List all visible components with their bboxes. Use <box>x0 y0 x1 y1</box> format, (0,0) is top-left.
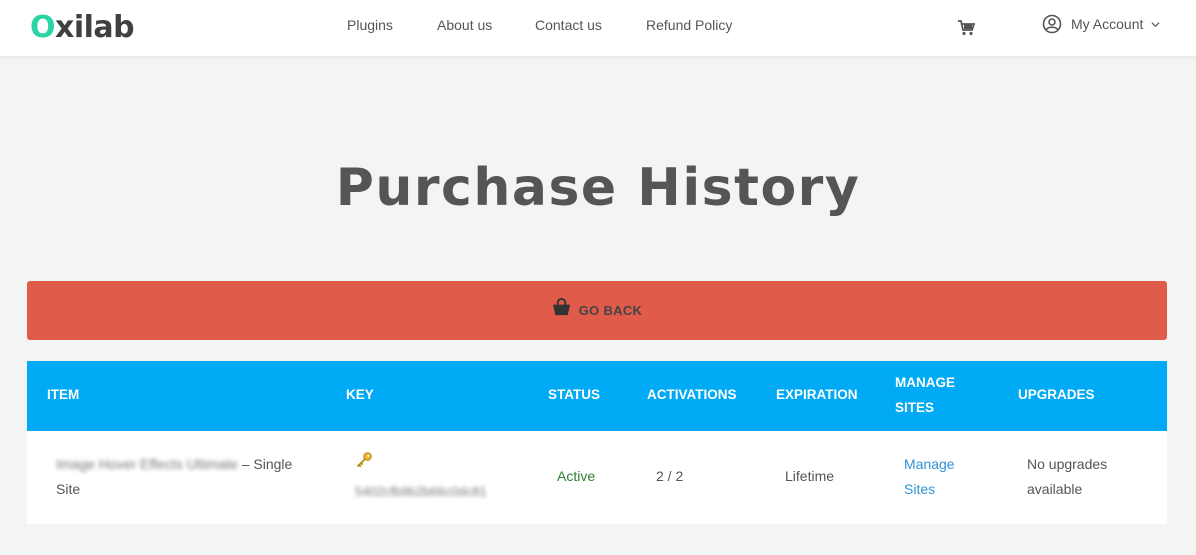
col-item: ITEM <box>47 387 80 402</box>
go-back-button[interactable]: GO BACK <box>27 281 1167 340</box>
col-status: STATUS <box>548 387 600 402</box>
col-key: KEY <box>346 387 374 402</box>
my-account-menu[interactable]: My Account <box>1042 12 1160 36</box>
manage-sites-link[interactable]: Manage Sites <box>904 452 955 502</box>
key-cell: 5402cfb9b2b66c0dc81 <box>355 451 487 504</box>
nav-contact-us[interactable]: Contact us <box>535 16 602 34</box>
col-upgrades: UPGRADES <box>1018 387 1095 402</box>
table-header: ITEM KEY STATUS ACTIVATIONS EXPIRATION M… <box>27 361 1167 431</box>
cart-icon[interactable] <box>957 19 975 37</box>
user-circle-icon <box>1042 14 1062 34</box>
shopping-bag-icon <box>552 298 570 316</box>
page-title: Purchase History <box>335 158 861 218</box>
upgrades-value: No upgrades available <box>1027 456 1108 497</box>
nav-about-us[interactable]: About us <box>437 16 492 34</box>
item-cell: Image Hover Effects Ultimate – Single Si… <box>56 456 293 497</box>
nav-refund-policy[interactable]: Refund Policy <box>646 16 732 34</box>
logo[interactable]: Oxilab <box>30 9 135 47</box>
purchase-history-table: ITEM KEY STATUS ACTIVATIONS EXPIRATION M… <box>27 361 1167 524</box>
chevron-down-icon <box>1151 21 1160 27</box>
col-activations: ACTIVATIONS <box>647 387 737 402</box>
key-icon[interactable] <box>355 451 373 469</box>
account-label: My Account <box>1071 16 1144 32</box>
status-badge: Active <box>557 468 596 484</box>
nav-plugins[interactable]: Plugins <box>347 16 393 34</box>
col-manage-sites: MANAGE SITES <box>895 375 955 415</box>
activations-value: 2 / 2 <box>656 468 684 484</box>
table-row: Image Hover Effects Ultimate – Single Si… <box>27 431 1167 524</box>
expiration-value: Lifetime <box>785 468 835 484</box>
item-name: Image Hover Effects Ultimate <box>56 456 238 472</box>
license-key-value[interactable]: 5402cfb9b2b66c0dc81 <box>355 479 487 504</box>
go-back-label: GO BACK <box>578 303 643 318</box>
site-header: Oxilab Plugins About us Contact us Refun… <box>0 0 1196 56</box>
col-expiration: EXPIRATION <box>776 387 858 402</box>
